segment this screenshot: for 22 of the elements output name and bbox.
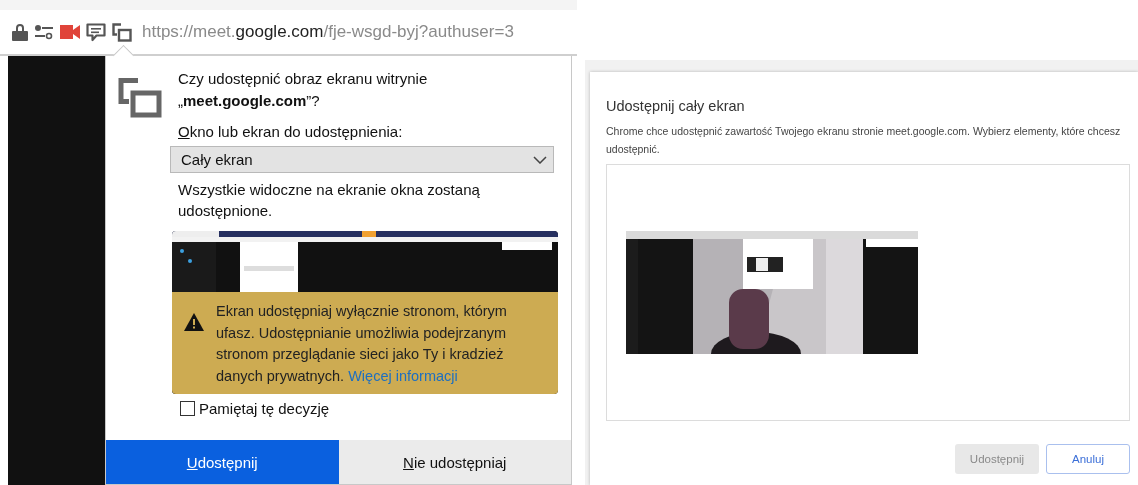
dialog-description: Chrome chce udostępnić zawartość Twojego ekranu stronie meet.google.com. Wybierz elementy, które chcesz udostępnić. (606, 124, 1122, 157)
warning-icon (184, 313, 204, 331)
hint-text: Wszystkie widoczne na ekranie okna zostaną udostępnione. (178, 180, 481, 221)
screens-icon[interactable] (112, 22, 132, 42)
warning-text: Ekran udostępniaj wyłącznie stronom, którym ufasz. Udostępnianie umożliwia podejrzanym stronom przeglądanie sieci jako Ty i kradzież danych prywatnych. Więcej informacji (216, 302, 508, 386)
chevron-down-icon (533, 155, 547, 164)
url-text[interactable]: https://meet.google.com/fje-wsgd-byj?authuser=3 (142, 22, 514, 42)
lock-icon[interactable] (12, 23, 28, 41)
prompt-title: Czy udostępnić obraz ekranu witrynie „meet.google.com”? (178, 69, 429, 111)
dont-share-button[interactable]: Nie udostępniaj (338, 440, 571, 484)
remember-label[interactable]: Pamiętaj tę decyzję (199, 400, 330, 417)
message-icon[interactable] (86, 22, 106, 42)
screen-preview[interactable] (606, 164, 1130, 421)
camera-icon[interactable] (60, 25, 80, 39)
share-button[interactable]: Udostępnij (106, 440, 339, 484)
sliders-icon[interactable] (34, 24, 54, 40)
select-label: Okno lub ekran do udostępnienia: (178, 122, 404, 142)
dialog-title: Udostępnij cały ekran (606, 98, 746, 114)
cancel-button[interactable]: Anuluj (1046, 444, 1130, 474)
screen-select[interactable]: Cały ekran (170, 146, 554, 173)
screens-icon (118, 78, 162, 118)
remember-checkbox[interactable] (180, 401, 195, 416)
